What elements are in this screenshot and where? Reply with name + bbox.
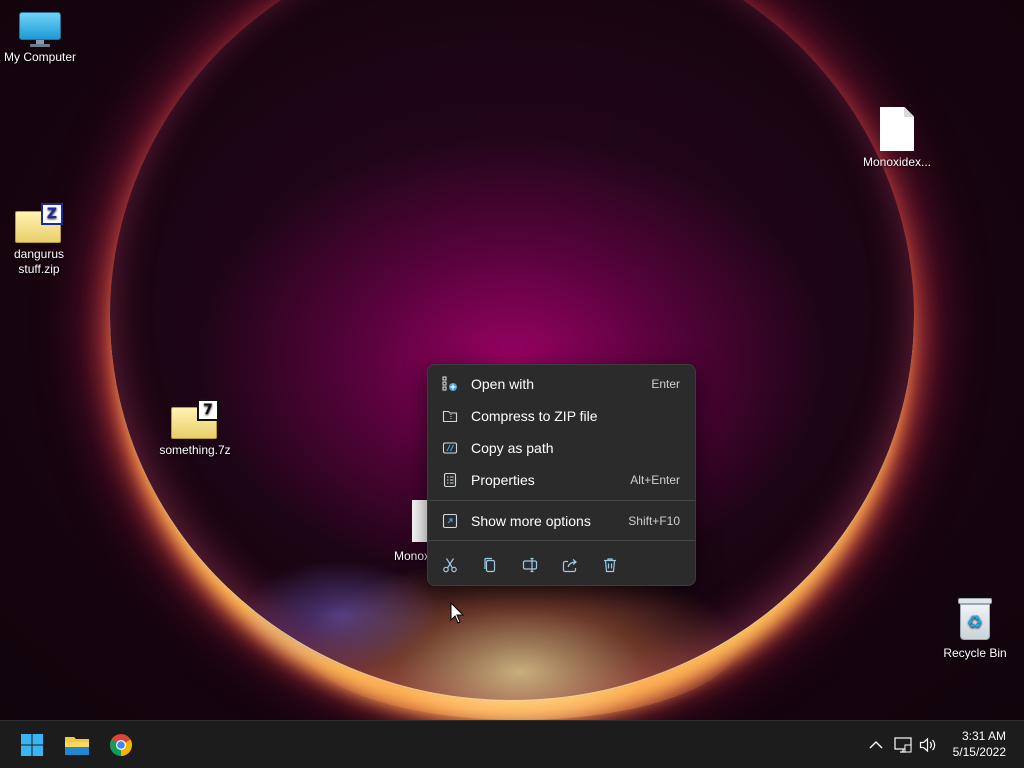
menu-separator [428,540,695,541]
menu-item-properties[interactable]: Properties Alt+Enter [432,465,691,495]
copy-path-icon [442,440,458,456]
clock-date: 5/15/2022 [952,745,1006,759]
delete-icon[interactable] [598,553,622,577]
recycle-bin-icon: ♻ [956,598,994,642]
computer-icon [19,12,61,47]
taskbar: 3:31 AM 5/15/2022 [0,720,1024,768]
desktop-icon-label: My Computer [3,50,77,64]
desktop-icon-label: stuff.zip [18,262,60,276]
volume-icon[interactable] [918,733,938,757]
open-with-icon [442,376,458,392]
desktop-icon-label: dangurus [13,247,65,261]
desktop-icon-label: Monoxidex... [862,155,932,169]
mouse-cursor-icon [450,601,465,629]
desktop-icon-monoxidex[interactable]: Monoxidex... [857,107,937,170]
share-icon[interactable] [558,553,582,577]
desktop-icon-dangurus-zip[interactable]: Z dangurus stuff.zip [0,203,79,277]
file-explorer-icon[interactable] [61,729,93,761]
wallpaper-glow-accent [240,560,440,670]
context-menu-action-bar [428,545,695,581]
rename-icon[interactable] [518,553,542,577]
menu-item-open-with[interactable]: Open with Enter [432,369,691,399]
cut-icon[interactable] [438,553,462,577]
desktop-icon-recycle-bin[interactable]: ♻ Recycle Bin [935,598,1015,661]
desktop-icon-label: something.7z [159,443,231,457]
network-icon[interactable] [893,733,913,757]
menu-item-copy-as-path[interactable]: Copy as path [432,433,691,463]
desktop-icon-something-7z[interactable]: 7 something.7z [155,399,235,458]
clock-time: 3:31 AM [961,729,1006,743]
menu-item-compress-zip[interactable]: Compress to ZIP file [432,401,691,431]
zip-archive-icon: Z [15,203,63,243]
zip-icon [442,408,458,424]
taskbar-clock[interactable]: 3:31 AM 5/15/2022 [953,728,1006,760]
chevron-up-icon[interactable] [866,733,886,757]
more-options-icon [442,513,458,529]
context-menu: Open with Enter Compress to ZIP file Cop… [427,364,696,586]
desktop-icon-label: Recycle Bin [943,646,1007,660]
menu-item-show-more-options[interactable]: Show more options Shift+F10 [432,506,691,536]
file-icon[interactable] [412,500,428,542]
desktop-icon-label: Monox [394,549,431,563]
7z-archive-icon: 7 [171,399,219,439]
copy-icon[interactable] [478,553,502,577]
menu-separator [428,500,695,501]
desktop-icon-my-computer[interactable]: My Computer [0,12,80,65]
properties-icon [442,472,458,488]
file-icon [880,107,914,151]
chrome-icon[interactable] [105,729,137,761]
start-icon[interactable] [16,729,48,761]
